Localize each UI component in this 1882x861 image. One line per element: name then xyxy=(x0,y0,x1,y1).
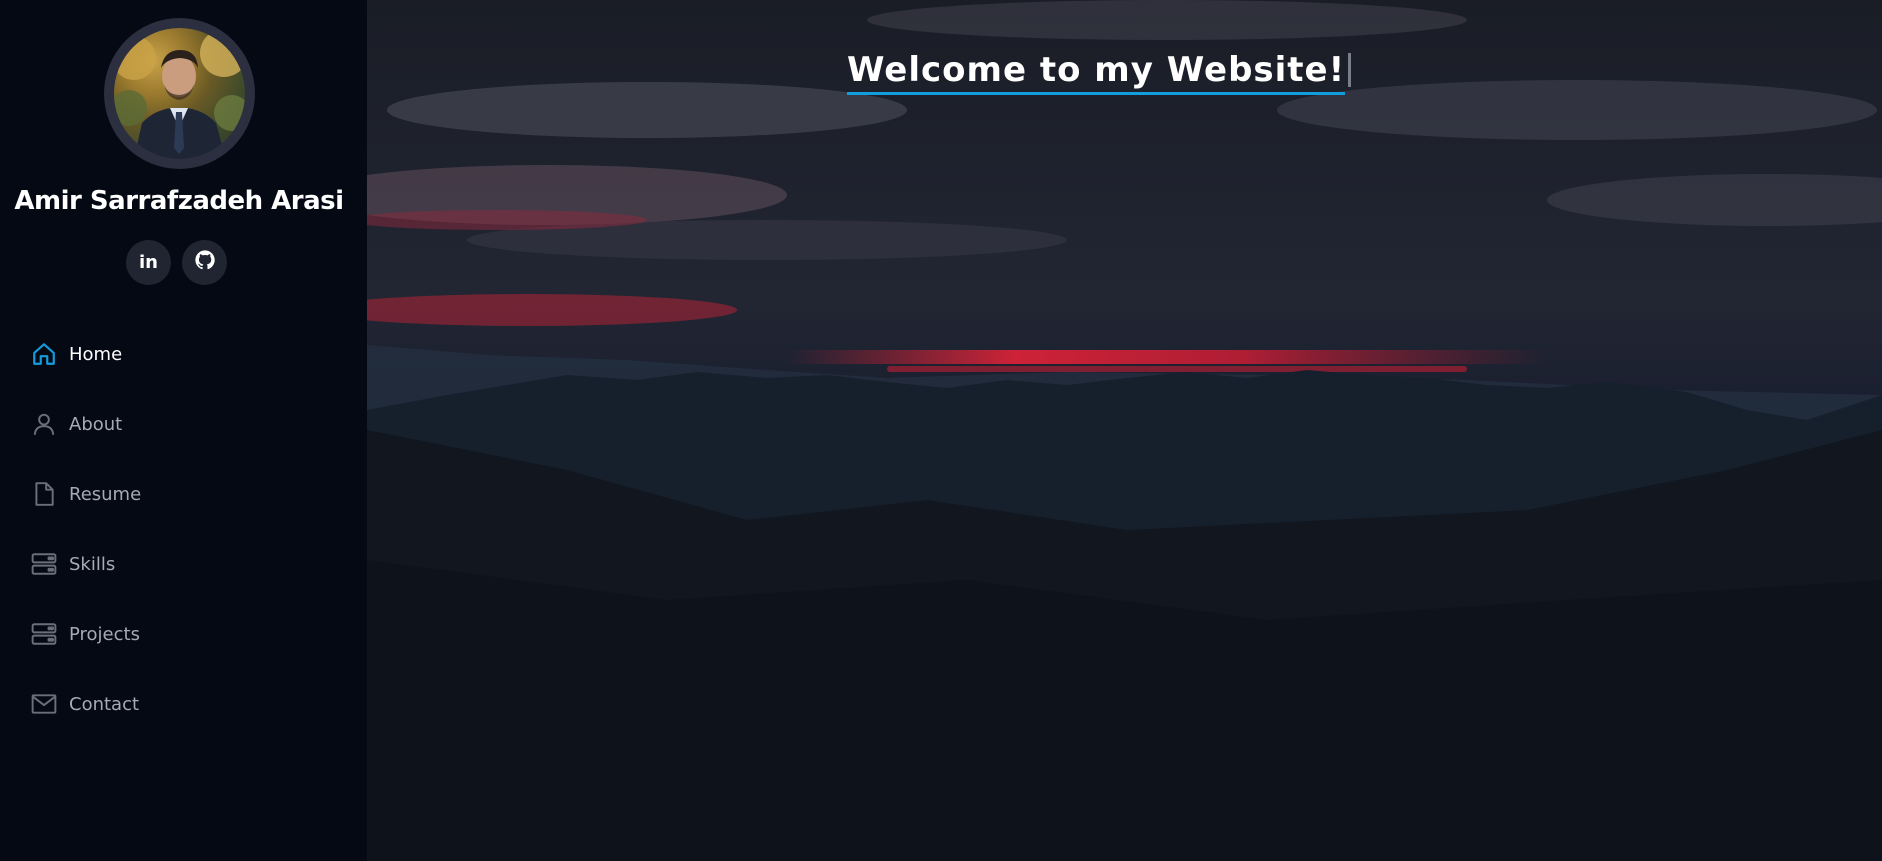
sidebar: Amir Sarrafzadeh Arasi in Home About Res… xyxy=(0,0,367,861)
nav-label-home: Home xyxy=(69,343,123,365)
nav-item-resume[interactable]: Resume xyxy=(30,477,141,511)
hero-background-image xyxy=(367,0,1882,861)
nav-item-skills[interactable]: Skills xyxy=(30,547,141,581)
typing-cursor xyxy=(1348,53,1352,87)
nav-item-projects[interactable]: Projects xyxy=(30,617,141,651)
home-icon xyxy=(30,340,58,368)
welcome-text: Welcome to my Website! xyxy=(847,50,1346,95)
nav-menu: Home About Resume Skills Projects Contac… xyxy=(30,337,141,757)
nav-label-resume: Resume xyxy=(69,483,142,505)
social-links: in xyxy=(126,240,227,285)
nav-item-home[interactable]: Home xyxy=(30,337,141,371)
nav-item-contact[interactable]: Contact xyxy=(30,687,141,721)
nav-label-about: About xyxy=(69,413,123,435)
nav-label-skills: Skills xyxy=(69,553,116,575)
file-icon xyxy=(30,480,58,508)
user-icon xyxy=(30,410,58,438)
server-icon xyxy=(30,550,58,578)
nav-item-about[interactable]: About xyxy=(30,407,141,441)
github-icon xyxy=(194,249,216,276)
linkedin-button[interactable]: in xyxy=(126,240,171,285)
server-icon xyxy=(30,620,58,648)
profile-photo xyxy=(114,28,245,159)
nav-label-projects: Projects xyxy=(69,623,140,645)
hero-section: Welcome to my Website! xyxy=(367,0,1882,861)
github-button[interactable] xyxy=(182,240,227,285)
profile-name: Amir Sarrafzadeh Arasi xyxy=(14,186,344,216)
welcome-heading: Welcome to my Website! xyxy=(847,50,1352,95)
nav-label-contact: Contact xyxy=(69,693,140,715)
avatar xyxy=(104,18,255,169)
envelope-icon xyxy=(30,690,58,718)
linkedin-icon: in xyxy=(139,252,158,273)
